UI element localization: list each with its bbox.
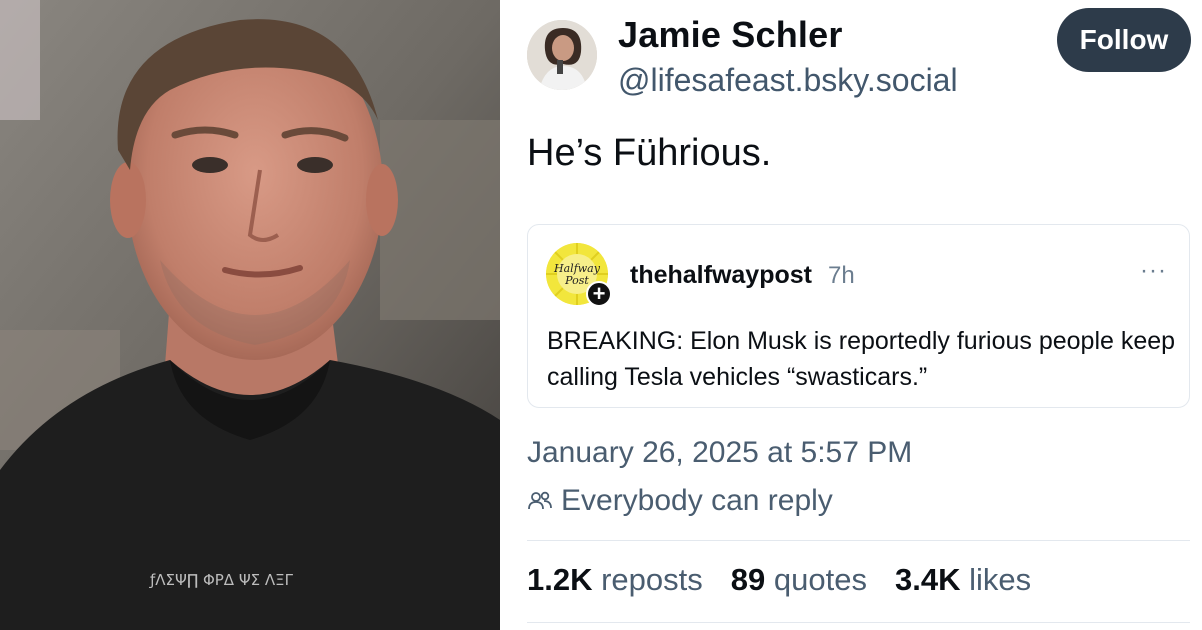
quotes-stat[interactable]: 89 quotes <box>731 562 867 598</box>
photo-panel: ƒΛΣΨ∏ ΦΡΔ ΨΣ ΛΞΓ <box>0 0 500 630</box>
quote-author-name[interactable]: thehalfwaypost <box>630 261 812 290</box>
quote-text: BREAKING: Elon Musk is reportedly furiou… <box>547 327 1176 391</box>
reply-setting: Everybody can reply <box>527 484 833 518</box>
engagement-stats: 1.2K reposts 89 quotes 3.4K likes <box>527 562 1059 598</box>
divider <box>527 540 1190 541</box>
quote-time: 7h <box>828 262 855 289</box>
likes-label: likes <box>969 562 1032 597</box>
divider <box>527 622 1190 623</box>
quoted-post[interactable]: Halfway Post + thehalfwaypost 7h ··· BRE… <box>527 224 1190 408</box>
reposts-label: reposts <box>601 562 703 597</box>
svg-text:Post: Post <box>564 274 589 287</box>
post-text: He’s Führious. <box>527 132 772 174</box>
shirt-print: ƒΛΣΨ∏ ΦΡΔ ΨΣ ΛΞΓ <box>149 571 294 589</box>
follow-plus-icon[interactable]: + <box>586 281 612 307</box>
people-icon <box>528 491 552 510</box>
avatar-image <box>527 20 597 90</box>
more-options-icon[interactable]: ··· <box>1140 257 1167 285</box>
reply-setting-text: Everybody can reply <box>561 484 833 517</box>
author-display-name[interactable]: Jamie Schler <box>618 14 843 56</box>
quotes-count: 89 <box>730 562 766 597</box>
post-timestamp[interactable]: January 26, 2025 at 5:57 PM <box>527 436 912 470</box>
quotes-label: quotes <box>773 562 867 597</box>
likes-count: 3.4K <box>894 562 961 597</box>
post-card: Jamie Schler @lifesafeast.bsky.social Fo… <box>500 0 1202 630</box>
portrait-photo: ƒΛΣΨ∏ ΦΡΔ ΨΣ ΛΞΓ <box>0 0 500 630</box>
follow-button[interactable]: Follow <box>1057 8 1191 72</box>
reposts-count: 1.2K <box>527 562 593 597</box>
reposts-stat[interactable]: 1.2K reposts <box>527 562 703 598</box>
author-handle[interactable]: @lifesafeast.bsky.social <box>618 62 958 99</box>
likes-stat[interactable]: 3.4K likes <box>895 562 1031 598</box>
author-avatar[interactable] <box>527 20 597 90</box>
